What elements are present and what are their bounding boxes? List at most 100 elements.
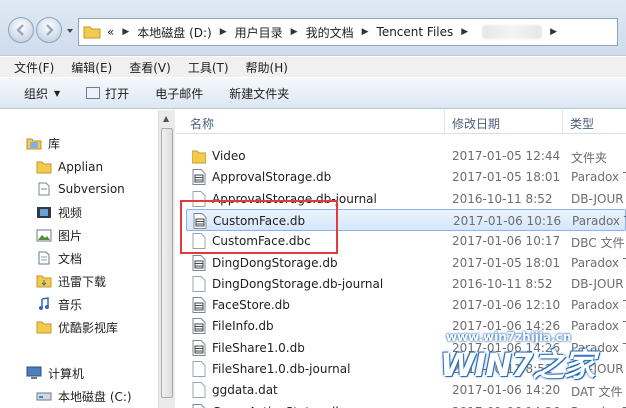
- folder-icon: [192, 150, 206, 164]
- command-bar: 组织 ▼ 打开 电子邮件 新建文件夹: [0, 77, 626, 109]
- forward-button[interactable]: [36, 17, 62, 43]
- document-icon: [38, 182, 50, 196]
- nav-item-videos[interactable]: 视频: [36, 201, 82, 223]
- file-type: DB-JOUR: [571, 276, 624, 291]
- scrollbar-thumb[interactable]: [161, 128, 173, 398]
- email-label: 电子邮件: [155, 86, 204, 101]
- nav-computer[interactable]: 计算机: [26, 362, 84, 384]
- download-folder-icon: [36, 275, 52, 288]
- breadcrumb-drive-d[interactable]: 本地磁盘 (D:): [137, 24, 211, 41]
- highlight-annotation: [180, 200, 338, 254]
- table-row[interactable]: FaceStore.db 2017-01-06 12:10 Paradox T: [186, 294, 626, 316]
- chevron-right-icon[interactable]: ▶: [122, 27, 129, 37]
- folder-icon: [36, 321, 52, 334]
- blank-file-icon: [192, 361, 206, 377]
- chevron-right-icon[interactable]: ▶: [220, 27, 227, 37]
- folder-icon: [83, 26, 101, 39]
- file-name: Video: [212, 149, 246, 163]
- nav-item-label: 文档: [58, 251, 83, 266]
- table-row[interactable]: ApprovalStorage.db 2017-01-05 18:01 Parado…: [186, 166, 626, 188]
- nav-item-label: 视频: [58, 205, 83, 220]
- forward-arrow-icon: [46, 24, 54, 36]
- column-name[interactable]: 名称: [190, 115, 214, 132]
- nav-item-label: 音乐: [58, 297, 83, 312]
- file-date: 2017-01-06 12:10: [452, 298, 561, 313]
- nav-item-label: 图片: [58, 228, 83, 243]
- back-button[interactable]: [8, 17, 34, 43]
- nav-library-label: 库: [48, 136, 61, 151]
- nav-item-pictures[interactable]: 图片: [36, 224, 82, 246]
- new-folder-button[interactable]: 新建文件夹: [229, 85, 289, 102]
- folder-icon: [36, 161, 52, 174]
- menu-file[interactable]: 文件(F): [14, 59, 54, 76]
- computer-icon: [26, 366, 42, 379]
- file-date: 2017-01-06 14:26: [452, 405, 560, 408]
- file-date: 2017-01-06 10:17: [452, 234, 561, 249]
- db-file-icon: [192, 403, 206, 408]
- nav-item-label: 优酷影视库: [58, 320, 119, 335]
- organize-label: 组织: [24, 86, 49, 101]
- video-icon: [37, 207, 51, 218]
- address-bar[interactable]: « ▶ 本地磁盘 (D:) ▶ 用户目录 ▶ 我的文档 ▶ Tencent Fi…: [78, 18, 618, 46]
- column-divider[interactable]: [562, 110, 563, 134]
- menu-tools[interactable]: 工具(T): [188, 59, 229, 76]
- nav-drive-c[interactable]: 本地磁盘 (C:): [36, 385, 132, 407]
- nav-item-label: Subversion: [58, 182, 125, 196]
- breadcrumb-user-dir[interactable]: 用户目录: [235, 24, 283, 41]
- menu-help[interactable]: 帮助(H): [246, 59, 288, 76]
- breadcrumb-tencent-files[interactable]: Tencent Files: [377, 25, 454, 39]
- chevron-right-icon[interactable]: ▶: [461, 27, 468, 37]
- file-name: ggdata.dat: [212, 383, 278, 398]
- music-icon: [39, 297, 49, 310]
- file-name: FileInfo.db: [212, 319, 274, 334]
- breadcrumb-overflow[interactable]: «: [107, 25, 114, 39]
- organize-button[interactable]: 组织 ▼: [24, 85, 60, 102]
- library-icon: [26, 138, 42, 150]
- nav-item-label: 迅雷下载: [58, 274, 107, 289]
- file-date: 2016-10-11 8:52: [452, 276, 553, 291]
- column-date[interactable]: 修改日期: [452, 115, 500, 132]
- menu-bar: 文件(F) 编辑(E) 查看(V) 工具(T) 帮助(H): [0, 57, 626, 77]
- chevron-right-icon[interactable]: ▶: [550, 27, 557, 37]
- menu-edit[interactable]: 编辑(E): [71, 59, 112, 76]
- nav-item-music[interactable]: 音乐: [36, 293, 82, 315]
- file-name: FileShare1.0.db-journal: [212, 362, 351, 376]
- nav-item-applian[interactable]: Applian: [36, 156, 103, 178]
- chevron-right-icon[interactable]: ▶: [362, 27, 369, 37]
- address-area: « ▶ 本地磁盘 (D:) ▶ 用户目录 ▶ 我的文档 ▶ Tencent Fi…: [0, 0, 626, 56]
- nav-library[interactable]: 库: [26, 132, 60, 154]
- nav-item-subversion[interactable]: Subversion: [36, 178, 125, 200]
- nav-item-youku-library[interactable]: 优酷影视库: [36, 316, 118, 338]
- open-icon: [86, 87, 101, 99]
- email-button[interactable]: 电子邮件: [155, 85, 203, 102]
- navigation-scrollbar[interactable]: ▲: [158, 110, 175, 408]
- breadcrumb-my-docs[interactable]: 我的文档: [306, 24, 354, 41]
- file-name: GroupActiveStatus.db: [212, 405, 343, 408]
- db-file-icon: [192, 297, 206, 314]
- pictures-icon: [36, 229, 52, 242]
- file-type: Paradox T: [571, 170, 626, 185]
- menu-view[interactable]: 查看(V): [129, 59, 171, 76]
- table-row[interactable]: GroupActiveStatus.db 2017-01-06 14:26 Para…: [186, 401, 626, 408]
- db-file-icon: [192, 339, 206, 356]
- nav-item-documents[interactable]: 文档: [36, 247, 82, 269]
- file-type: Paradox T: [571, 405, 626, 408]
- table-row[interactable]: DingDongStorage.db-journal 2016-10-11 8:5…: [186, 273, 626, 295]
- file-type: DBC 文件: [571, 236, 625, 251]
- column-type[interactable]: 类型: [570, 115, 594, 132]
- scroll-up-icon[interactable]: ▲: [163, 114, 169, 123]
- recent-pages-chevron-icon[interactable]: [66, 27, 74, 35]
- db-file-icon: [192, 318, 206, 335]
- column-divider[interactable]: [444, 110, 445, 134]
- file-type: Paradox T: [572, 213, 626, 228]
- file-date: 2016-10-11 8:52: [452, 191, 553, 206]
- open-button[interactable]: 打开: [86, 85, 129, 102]
- new-folder-label: 新建文件夹: [229, 86, 290, 101]
- file-name: ApprovalStorage.db: [212, 170, 332, 185]
- chevron-right-icon[interactable]: ▶: [291, 27, 298, 37]
- table-row[interactable]: Video 2017-01-05 12:44 文件夹: [186, 145, 626, 167]
- nav-item-thunder-downloads[interactable]: 迅雷下载: [36, 270, 106, 292]
- table-row[interactable]: DingDongStorage.db 2017-01-05 18:01 Parado…: [186, 252, 626, 274]
- blurred-breadcrumb: [482, 25, 543, 39]
- file-name: FileShare1.0.db: [212, 340, 305, 355]
